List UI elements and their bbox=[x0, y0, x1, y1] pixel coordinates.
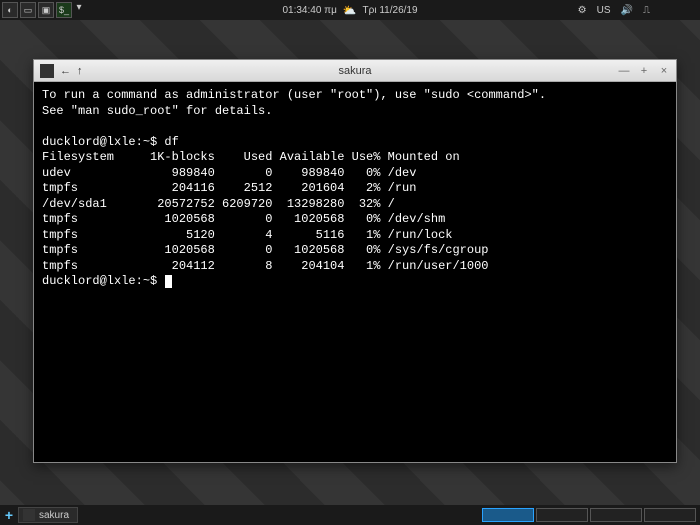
workspace-switcher bbox=[482, 508, 700, 522]
command: df bbox=[164, 135, 178, 149]
volume-icon[interactable]: 🔊 bbox=[621, 5, 633, 16]
df-row: /dev/sda1 20572752 6209720 13298280 32% … bbox=[42, 197, 395, 211]
top-panel: ◐ ▭ ▣ $_ ▾ 01:34:40 πμ ⛅ Τρι 11/26/19 ⚙ … bbox=[0, 0, 700, 20]
df-row: tmpfs 1020568 0 1020568 0% /dev/shm bbox=[42, 212, 445, 226]
close-button[interactable]: × bbox=[658, 65, 670, 77]
titlebar[interactable]: ← ↑ sakura — + × bbox=[34, 60, 676, 82]
tray-right: ⚙ US 🔊 ⎍ bbox=[578, 5, 700, 16]
app-menu-icon[interactable]: ◐ bbox=[2, 2, 18, 18]
terminal-icon bbox=[23, 509, 35, 521]
motd-line2: See "man sudo_root" for details. bbox=[42, 104, 272, 118]
taskbar-item-sakura[interactable]: sakura bbox=[18, 507, 78, 523]
df-row: udev 989840 0 989840 0% /dev bbox=[42, 166, 416, 180]
sysmon-icon[interactable]: ⎍ bbox=[643, 5, 650, 16]
panel-center: 01:34:40 πμ ⛅ Τρι 11/26/19 bbox=[282, 4, 417, 17]
workspace-1[interactable] bbox=[482, 508, 534, 522]
gear-icon[interactable]: ⚙ bbox=[578, 5, 587, 16]
back-icon[interactable]: ← bbox=[60, 65, 71, 77]
prompt: ducklord@lxle:~$ bbox=[42, 135, 157, 149]
workspace-3[interactable] bbox=[590, 508, 642, 522]
maximize-button[interactable]: + bbox=[638, 65, 650, 77]
expand-icon[interactable]: ▾ bbox=[74, 2, 84, 18]
app-icon bbox=[40, 64, 54, 78]
keyboard-layout[interactable]: US bbox=[597, 5, 611, 16]
file-manager-icon[interactable]: ▭ bbox=[20, 2, 36, 18]
df-row: tmpfs 1020568 0 1020568 0% /sys/fs/cgrou… bbox=[42, 243, 488, 257]
window-title: sakura bbox=[338, 65, 371, 77]
show-desktop-button[interactable]: + bbox=[0, 507, 18, 523]
up-icon[interactable]: ↑ bbox=[77, 65, 83, 77]
minimize-button[interactable]: — bbox=[618, 65, 630, 77]
terminal-body[interactable]: To run a command as administrator (user … bbox=[34, 82, 676, 462]
terminal-tray-icon[interactable]: ▣ bbox=[38, 2, 54, 18]
prompt: ducklord@lxle:~$ bbox=[42, 274, 157, 288]
terminal-window: ← ↑ sakura — + × To run a command as adm… bbox=[33, 59, 677, 463]
df-header: Filesystem 1K-blocks Used Available Use%… bbox=[42, 150, 460, 164]
bottom-panel: + sakura bbox=[0, 505, 700, 525]
clock-date[interactable]: Τρι 11/26/19 bbox=[363, 5, 418, 16]
df-row: tmpfs 204116 2512 201604 2% /run bbox=[42, 181, 416, 195]
cursor bbox=[165, 275, 172, 288]
workspace-2[interactable] bbox=[536, 508, 588, 522]
weather-icon: ⛅ bbox=[343, 4, 357, 17]
clock-time[interactable]: 01:34:40 πμ bbox=[282, 5, 336, 16]
terminal-launcher-icon[interactable]: $_ bbox=[56, 2, 72, 18]
motd-line1: To run a command as administrator (user … bbox=[42, 88, 546, 102]
taskbar-item-label: sakura bbox=[39, 510, 69, 521]
df-row: tmpfs 5120 4 5116 1% /run/lock bbox=[42, 228, 452, 242]
workspace-4[interactable] bbox=[644, 508, 696, 522]
tray-left: ◐ ▭ ▣ $_ ▾ bbox=[0, 2, 84, 18]
df-row: tmpfs 204112 8 204104 1% /run/user/1000 bbox=[42, 259, 488, 273]
